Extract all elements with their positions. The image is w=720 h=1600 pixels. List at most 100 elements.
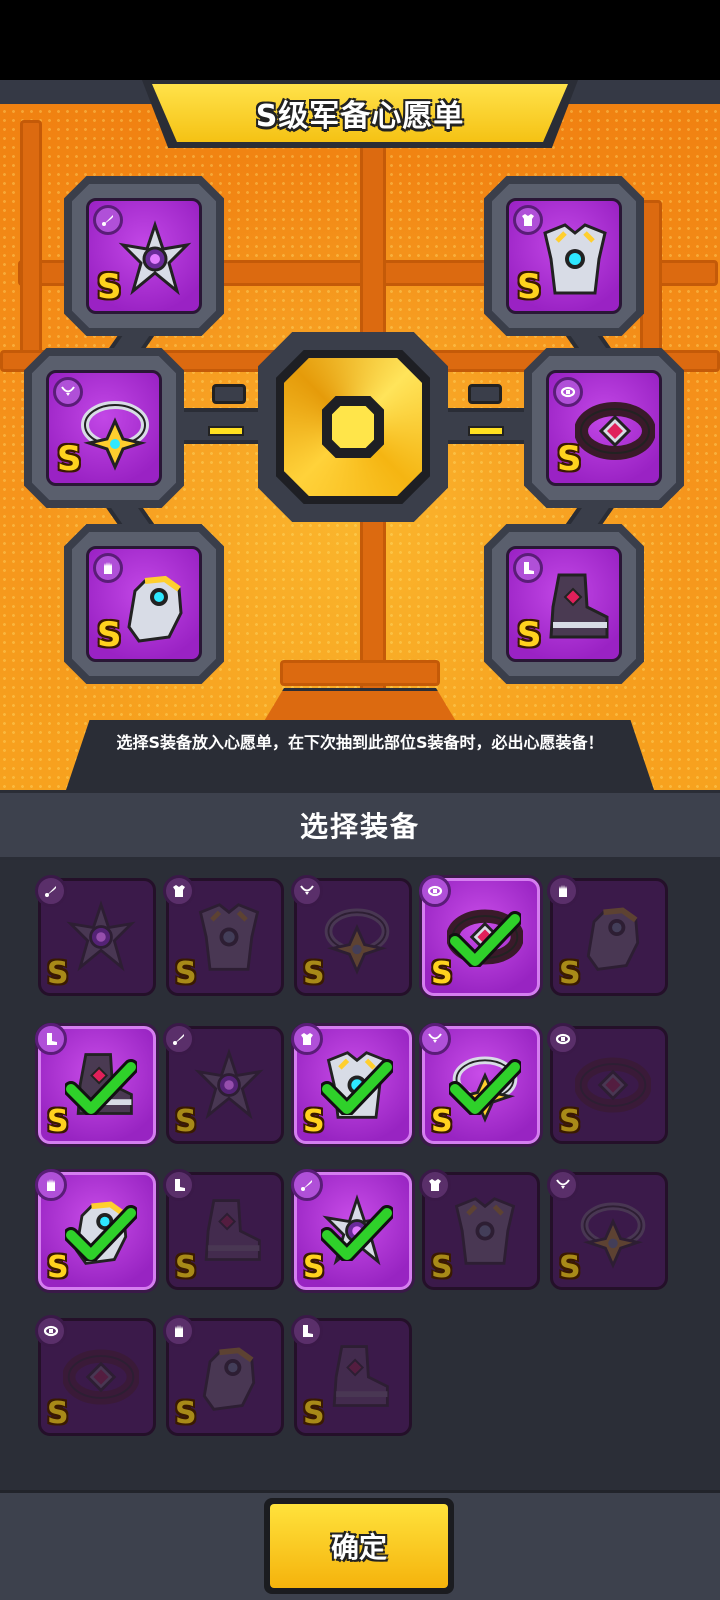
pipe <box>20 120 42 370</box>
boot-icon <box>513 553 543 583</box>
equipment-cell[interactable]: S <box>547 1169 668 1290</box>
equipment-cell[interactable]: S <box>291 1023 412 1144</box>
title-banner: S级军备心愿单 <box>152 84 568 142</box>
belt-icon <box>35 1315 67 1347</box>
confirm-label: 确定 <box>330 1531 387 1564</box>
equipment-cell[interactable]: S <box>291 1169 412 1290</box>
select-equipment-title: 选择装备 <box>299 810 420 843</box>
necklace-icon <box>53 377 83 407</box>
grade-label: S <box>175 956 197 991</box>
wish-slot-weapon[interactable]: S <box>64 176 224 336</box>
wish-slot-card: S <box>86 198 202 314</box>
wish-slot-card: S <box>546 370 662 486</box>
weapon-icon <box>163 1023 195 1055</box>
check-icon <box>321 1059 393 1115</box>
spiked-orb-blade-art <box>118 220 192 296</box>
wish-slot-card: S <box>86 546 202 662</box>
wish-slot-card: S <box>506 546 622 662</box>
equipment-art <box>194 1048 264 1120</box>
equipment-art <box>324 908 390 975</box>
boot-icon <box>35 1023 67 1055</box>
wish-slot-armor[interactable]: S <box>484 176 644 336</box>
equipment-cell[interactable]: S <box>163 875 284 996</box>
grade-label: S <box>47 1396 69 1431</box>
equipment-cell[interactable]: S <box>163 1023 284 1144</box>
equipment-art <box>63 1349 139 1405</box>
glove-icon <box>35 1169 67 1201</box>
equipment-cell[interactable]: S <box>35 1023 156 1144</box>
cyber-chestplate-art <box>543 223 607 295</box>
armor-icon <box>419 1169 451 1201</box>
equipment-grid: S S S S S S S S S S S S S S S S S S <box>0 860 720 1490</box>
grade-label: S <box>97 615 122 655</box>
equipment-cell[interactable]: S <box>291 875 412 996</box>
check-icon <box>449 1059 521 1115</box>
wish-slot-card: S <box>46 370 162 486</box>
necklace-icon <box>547 1169 579 1201</box>
wish-slot-card: S <box>506 198 622 314</box>
ruby-boots-art <box>549 573 609 639</box>
grade-label: S <box>47 956 69 991</box>
equipment-cell[interactable]: S <box>547 875 668 996</box>
grade-label: S <box>303 956 325 991</box>
equipment-art <box>202 1347 256 1411</box>
glove-icon <box>547 875 579 907</box>
wish-slot-belt[interactable]: S <box>524 348 684 508</box>
confirm-button-face: 确定 <box>270 1504 448 1588</box>
wish-slot-necklace[interactable]: S <box>24 348 184 508</box>
equipment-cell[interactable]: S <box>419 1169 540 1290</box>
equipment-art <box>204 1199 261 1261</box>
glove-icon <box>163 1315 195 1347</box>
select-equipment-header: 选择装备 <box>0 790 720 860</box>
top-status-strip <box>0 0 720 80</box>
equipment-cell[interactable]: S <box>547 1023 668 1144</box>
belt-icon <box>553 377 583 407</box>
grade-label: S <box>303 1396 325 1431</box>
crimson-belt-art <box>575 402 655 460</box>
equipment-cell[interactable]: S <box>419 1023 540 1144</box>
equipment-cell[interactable]: S <box>35 1315 156 1436</box>
boot-icon <box>291 1315 323 1347</box>
belt-icon <box>419 875 451 907</box>
confirm-button[interactable]: 确定 <box>264 1498 454 1594</box>
wish-slot-boots[interactable]: S <box>484 524 644 684</box>
equipment-art <box>332 1345 389 1407</box>
grade-label: S <box>517 615 542 655</box>
bolt <box>212 384 246 404</box>
belt-icon <box>547 1023 579 1055</box>
glove-icon <box>93 553 123 583</box>
pipe <box>280 660 440 686</box>
check-icon <box>65 1205 137 1261</box>
equipment-cell[interactable]: S <box>419 875 540 996</box>
wishlist-hint: 选择S装备放入心愿单，在下次抽到此部位S装备时，必出心愿装备！ <box>116 733 604 752</box>
wish-slot-gloves[interactable]: S <box>64 524 224 684</box>
equipment-cell[interactable]: S <box>163 1169 284 1290</box>
armor-icon <box>163 875 195 907</box>
page-title: S级军备心愿单 <box>255 99 465 134</box>
grade-label: S <box>175 1104 197 1139</box>
weapon-icon <box>291 1169 323 1201</box>
grade-label: S <box>97 267 122 307</box>
grade-label: S <box>431 1250 453 1285</box>
check-icon <box>65 1059 137 1115</box>
check-icon <box>321 1205 393 1261</box>
grade-label: S <box>175 1396 197 1431</box>
equipment-art <box>454 1197 516 1265</box>
grade-label: S <box>557 439 582 479</box>
center-socket-light <box>332 406 374 448</box>
equipment-cell[interactable]: S <box>163 1315 284 1436</box>
equipment-cell[interactable]: S <box>35 875 156 996</box>
check-icon <box>449 911 521 967</box>
equipment-cell[interactable]: S <box>291 1315 412 1436</box>
grade-label: S <box>517 267 542 307</box>
grade-label: S <box>559 1104 581 1139</box>
boot-icon <box>163 1169 195 1201</box>
armor-icon <box>513 205 543 235</box>
bolt <box>468 384 502 404</box>
star-ring-art <box>81 401 149 471</box>
equipment-cell[interactable]: S <box>35 1169 156 1290</box>
grade-label: S <box>559 1250 581 1285</box>
equipment-art <box>580 1202 646 1269</box>
grade-label: S <box>57 439 82 479</box>
necklace-icon <box>291 875 323 907</box>
